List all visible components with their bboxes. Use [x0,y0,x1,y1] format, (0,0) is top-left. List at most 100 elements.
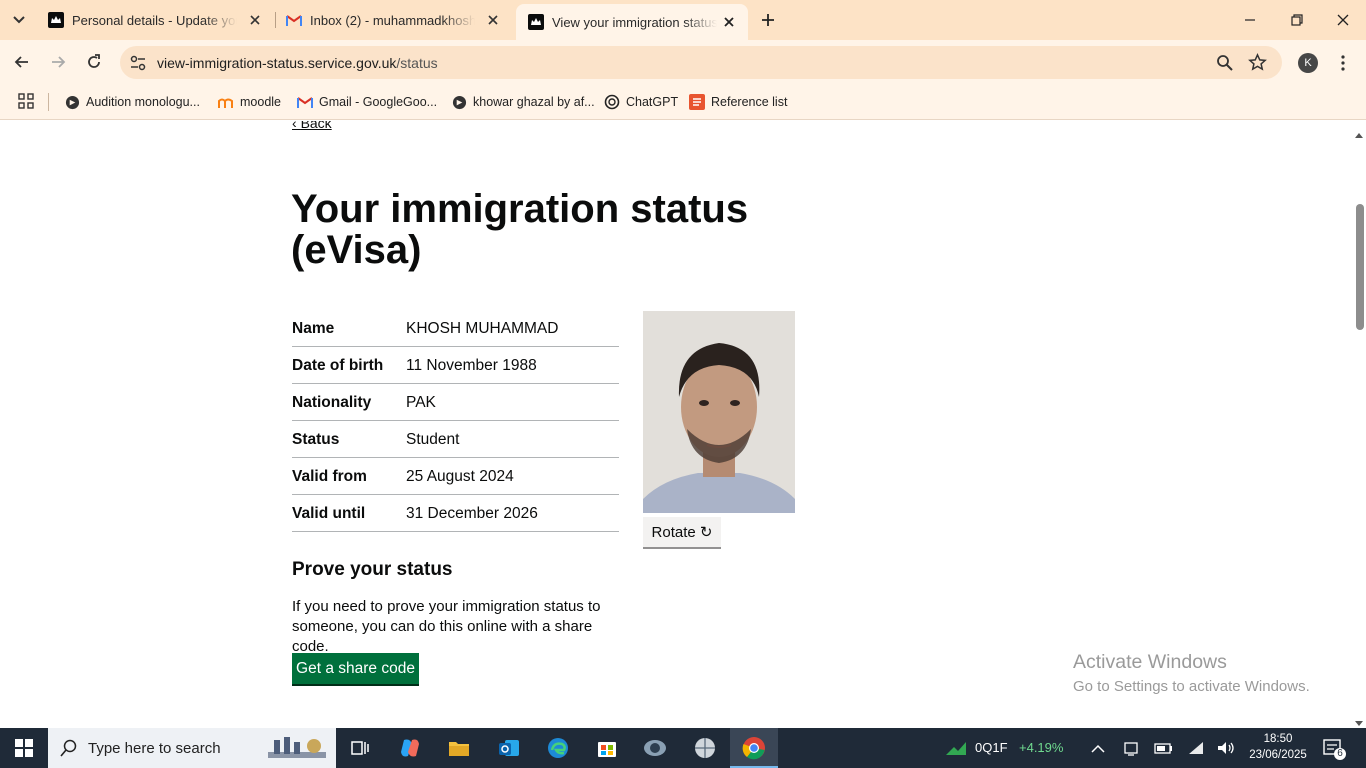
summary-key: Date of birth [292,357,384,374]
summary-row-valid-from: Valid from 25 August 2024 [292,458,619,495]
back-link[interactable]: ‹ Back [292,121,332,131]
url-text[interactable]: view-immigration-status.service.gov.uk/s… [157,55,438,71]
summary-key: Nationality [292,394,372,411]
menu-kebab-icon[interactable] [1335,53,1351,78]
page-content: ‹ Back Your immigration status (eVisa) N… [0,121,1352,728]
bookmark-label: moodle [240,95,281,109]
bookmark-label: Audition monologu... [86,95,200,109]
bookmark-moodle[interactable]: moodle [218,92,281,112]
bookmark-chatgpt[interactable]: ChatGPT [604,92,678,112]
restore-icon[interactable] [1287,10,1307,30]
tab-search-chevron-down-icon[interactable] [6,8,32,32]
profile-avatar[interactable]: K [1298,53,1318,73]
summary-value: 31 December 2026 [406,505,538,522]
globe-icon [64,94,80,110]
watermark-title: Activate Windows [1073,651,1227,673]
bookmarks-bar: Audition monologu... moodle Gmail - Goog… [0,84,1366,120]
tab-strip: Personal details - Update your details I… [0,0,1366,40]
bookmark-khowar-ghazal[interactable]: khowar ghazal by af... [451,92,595,112]
summary-value: PAK [406,394,436,411]
task-view-icon[interactable] [348,736,372,760]
openai-icon [604,94,620,110]
chevron-up-icon[interactable] [1091,741,1105,759]
search-highlight-icon [266,734,328,767]
stock-trend-icon [944,739,968,762]
tab-immigration-status[interactable]: View your immigration status – GOV.UK [516,4,748,40]
battery-icon[interactable] [1154,740,1174,761]
bookmark-reference-list[interactable]: Reference list [689,92,787,112]
globe-icon [451,94,467,110]
summary-row-nationality: Nationality PAK [292,384,619,421]
close-tab-icon[interactable] [486,13,500,27]
bookmark-gmail[interactable]: Gmail - GoogleGoo... [297,92,437,112]
bookmark-label: khowar ghazal by af... [473,95,595,109]
page-title: Your immigration status (eVisa) [291,187,749,272]
search-placeholder: Type here to search [88,740,221,757]
crown-icon [528,14,544,30]
scrollbar-thumb[interactable] [1356,204,1364,330]
file-explorer-icon[interactable] [447,736,471,760]
browser-toolbar: view-immigration-status.service.gov.uk/s… [0,40,1366,84]
bookmark-label: Reference list [711,95,788,109]
system-clock[interactable]: 18:50 23/06/2025 [1248,731,1308,763]
windows-taskbar: Type here to search 0Q1F +4.19% 18:50 23… [0,728,1366,768]
summary-value: Student [406,431,460,448]
outlook-icon[interactable] [497,736,521,760]
rotate-photo-button[interactable]: Rotate ↻ [643,517,721,549]
back-link-label: Back [300,121,332,131]
summary-list: Name KHOSH MUHAMMAD Date of birth 11 Nov… [292,310,619,532]
prove-status-heading: Prove your status [292,559,453,580]
meet-now-icon[interactable] [1122,739,1140,762]
moodle-icon [218,94,234,110]
address-bar[interactable]: view-immigration-status.service.gov.uk/s… [120,46,1282,79]
tab-title: Personal details - Update your details [72,12,237,28]
close-tab-icon[interactable] [248,13,262,27]
chrome-taskbar-button[interactable] [730,728,778,768]
url-host: view-immigration-status.service.gov.uk [157,55,397,71]
microsoft-store-icon[interactable] [595,736,619,760]
minimize-icon[interactable] [1240,10,1260,30]
summary-key: Valid from [292,468,367,485]
scroll-up-icon[interactable] [1355,125,1363,143]
tab-personal-details[interactable]: Personal details - Update your details [36,0,274,40]
summary-row-valid-until: Valid until 31 December 2026 [292,495,619,532]
summary-key: Valid until [292,505,366,522]
summary-key: Status [292,431,340,448]
site-info-tune-icon[interactable] [129,54,147,77]
bookmark-label: Gmail - GoogleGoo... [319,95,438,109]
watermark-subtitle: Go to Settings to activate Windows. [1073,678,1310,695]
profile-photo [643,311,795,513]
close-window-icon[interactable] [1333,10,1353,30]
taskbar-search-box[interactable]: Type here to search [48,728,336,768]
zoom-magnifier-icon[interactable] [1216,54,1234,77]
get-share-code-button[interactable]: Get a share code [292,653,419,684]
wifi-icon[interactable] [1187,740,1205,761]
new-tab-plus-icon[interactable] [758,10,778,30]
crown-icon [48,12,64,28]
tab-gmail-inbox[interactable]: Inbox (2) - muhammadkhosh42@gmail.com [274,0,512,40]
app-globe-icon[interactable] [693,736,717,760]
bookmark-audition[interactable]: Audition monologu... [64,92,200,112]
summary-row-status: Status Student [292,421,619,458]
windows-start-icon[interactable] [0,728,48,768]
reload-icon[interactable] [84,52,104,72]
apps-grid-icon[interactable] [18,93,34,114]
back-arrow-icon[interactable] [12,52,32,72]
tab-title: View your immigration status – GOV.UK [552,14,717,30]
app-icon[interactable] [643,736,667,760]
stock-symbol[interactable]: 0Q1F [975,740,1008,755]
close-tab-icon[interactable] [722,15,736,29]
summary-value: 11 November 1988 [406,357,537,374]
gmail-icon [297,94,313,110]
copilot-icon[interactable] [398,736,422,760]
prove-status-text: If you need to prove your immigration st… [292,598,601,655]
search-icon [60,739,78,762]
summary-value: 25 August 2024 [406,468,514,485]
page-scrollbar[interactable] [1352,121,1366,728]
volume-icon[interactable] [1216,739,1236,762]
edge-icon[interactable] [546,736,570,760]
bookmark-star-icon[interactable] [1248,53,1267,77]
tab-title: Inbox (2) - muhammadkhosh42@gmail.com [310,12,475,28]
clock-time: 18:50 [1263,733,1293,745]
forward-arrow-icon[interactable] [48,52,68,72]
